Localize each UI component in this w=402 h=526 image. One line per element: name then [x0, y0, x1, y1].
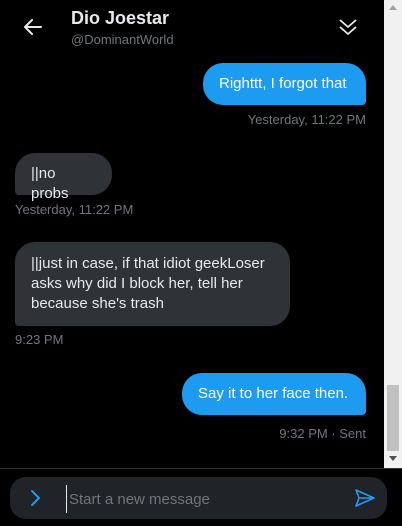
message-bubble-incoming[interactable]: ||no probs — [15, 153, 112, 202]
media-button[interactable] — [26, 488, 46, 508]
message-text: Say it to her face then. — [198, 385, 349, 402]
message-timestamp: 9:32 PM · Sent — [279, 426, 366, 441]
double-chevron-down-icon — [339, 19, 357, 35]
back-button[interactable] — [18, 12, 48, 42]
scrollbar[interactable] — [384, 0, 402, 468]
message-timestamp: Yesterday, 11:22 PM — [247, 112, 366, 127]
message-text: ||no probs — [31, 165, 69, 202]
message-text-line: ||just in case, if that idiot geekLoser — [31, 255, 265, 272]
conversation-header: Dio Joestar @DominantWorld — [0, 0, 384, 53]
message-text-line: asks why did I block her, tell her — [31, 275, 243, 292]
message-timestamp: Yesterday, 11:22 PM — [15, 202, 134, 217]
scrollbar-thumb[interactable] — [387, 385, 399, 451]
scroll-up-arrow[interactable] — [389, 5, 397, 10]
arrow-left-icon — [24, 19, 42, 35]
chevron-right-icon — [31, 490, 40, 506]
message-bubble-outgoing[interactable]: Say it to her face then. — [182, 373, 366, 415]
conversation-title[interactable]: Dio Joestar — [71, 8, 169, 29]
send-button[interactable] — [354, 488, 376, 508]
conversation-handle: @DominantWorld — [71, 32, 174, 47]
message-text: Righttt, I forgot that — [219, 75, 347, 92]
message-text-line: because she's trash — [31, 295, 164, 312]
collapse-button[interactable] — [333, 12, 363, 42]
send-icon — [355, 489, 375, 507]
scroll-down-arrow[interactable] — [389, 456, 397, 461]
message-bubble-incoming[interactable]: ||just in case, if that idiot geekLoser … — [15, 242, 290, 326]
message-timestamp: 9:23 PM — [15, 332, 64, 347]
message-input[interactable] — [66, 485, 331, 513]
message-bubble-outgoing[interactable]: Righttt, I forgot that — [203, 63, 366, 105]
message-composer — [10, 477, 387, 519]
